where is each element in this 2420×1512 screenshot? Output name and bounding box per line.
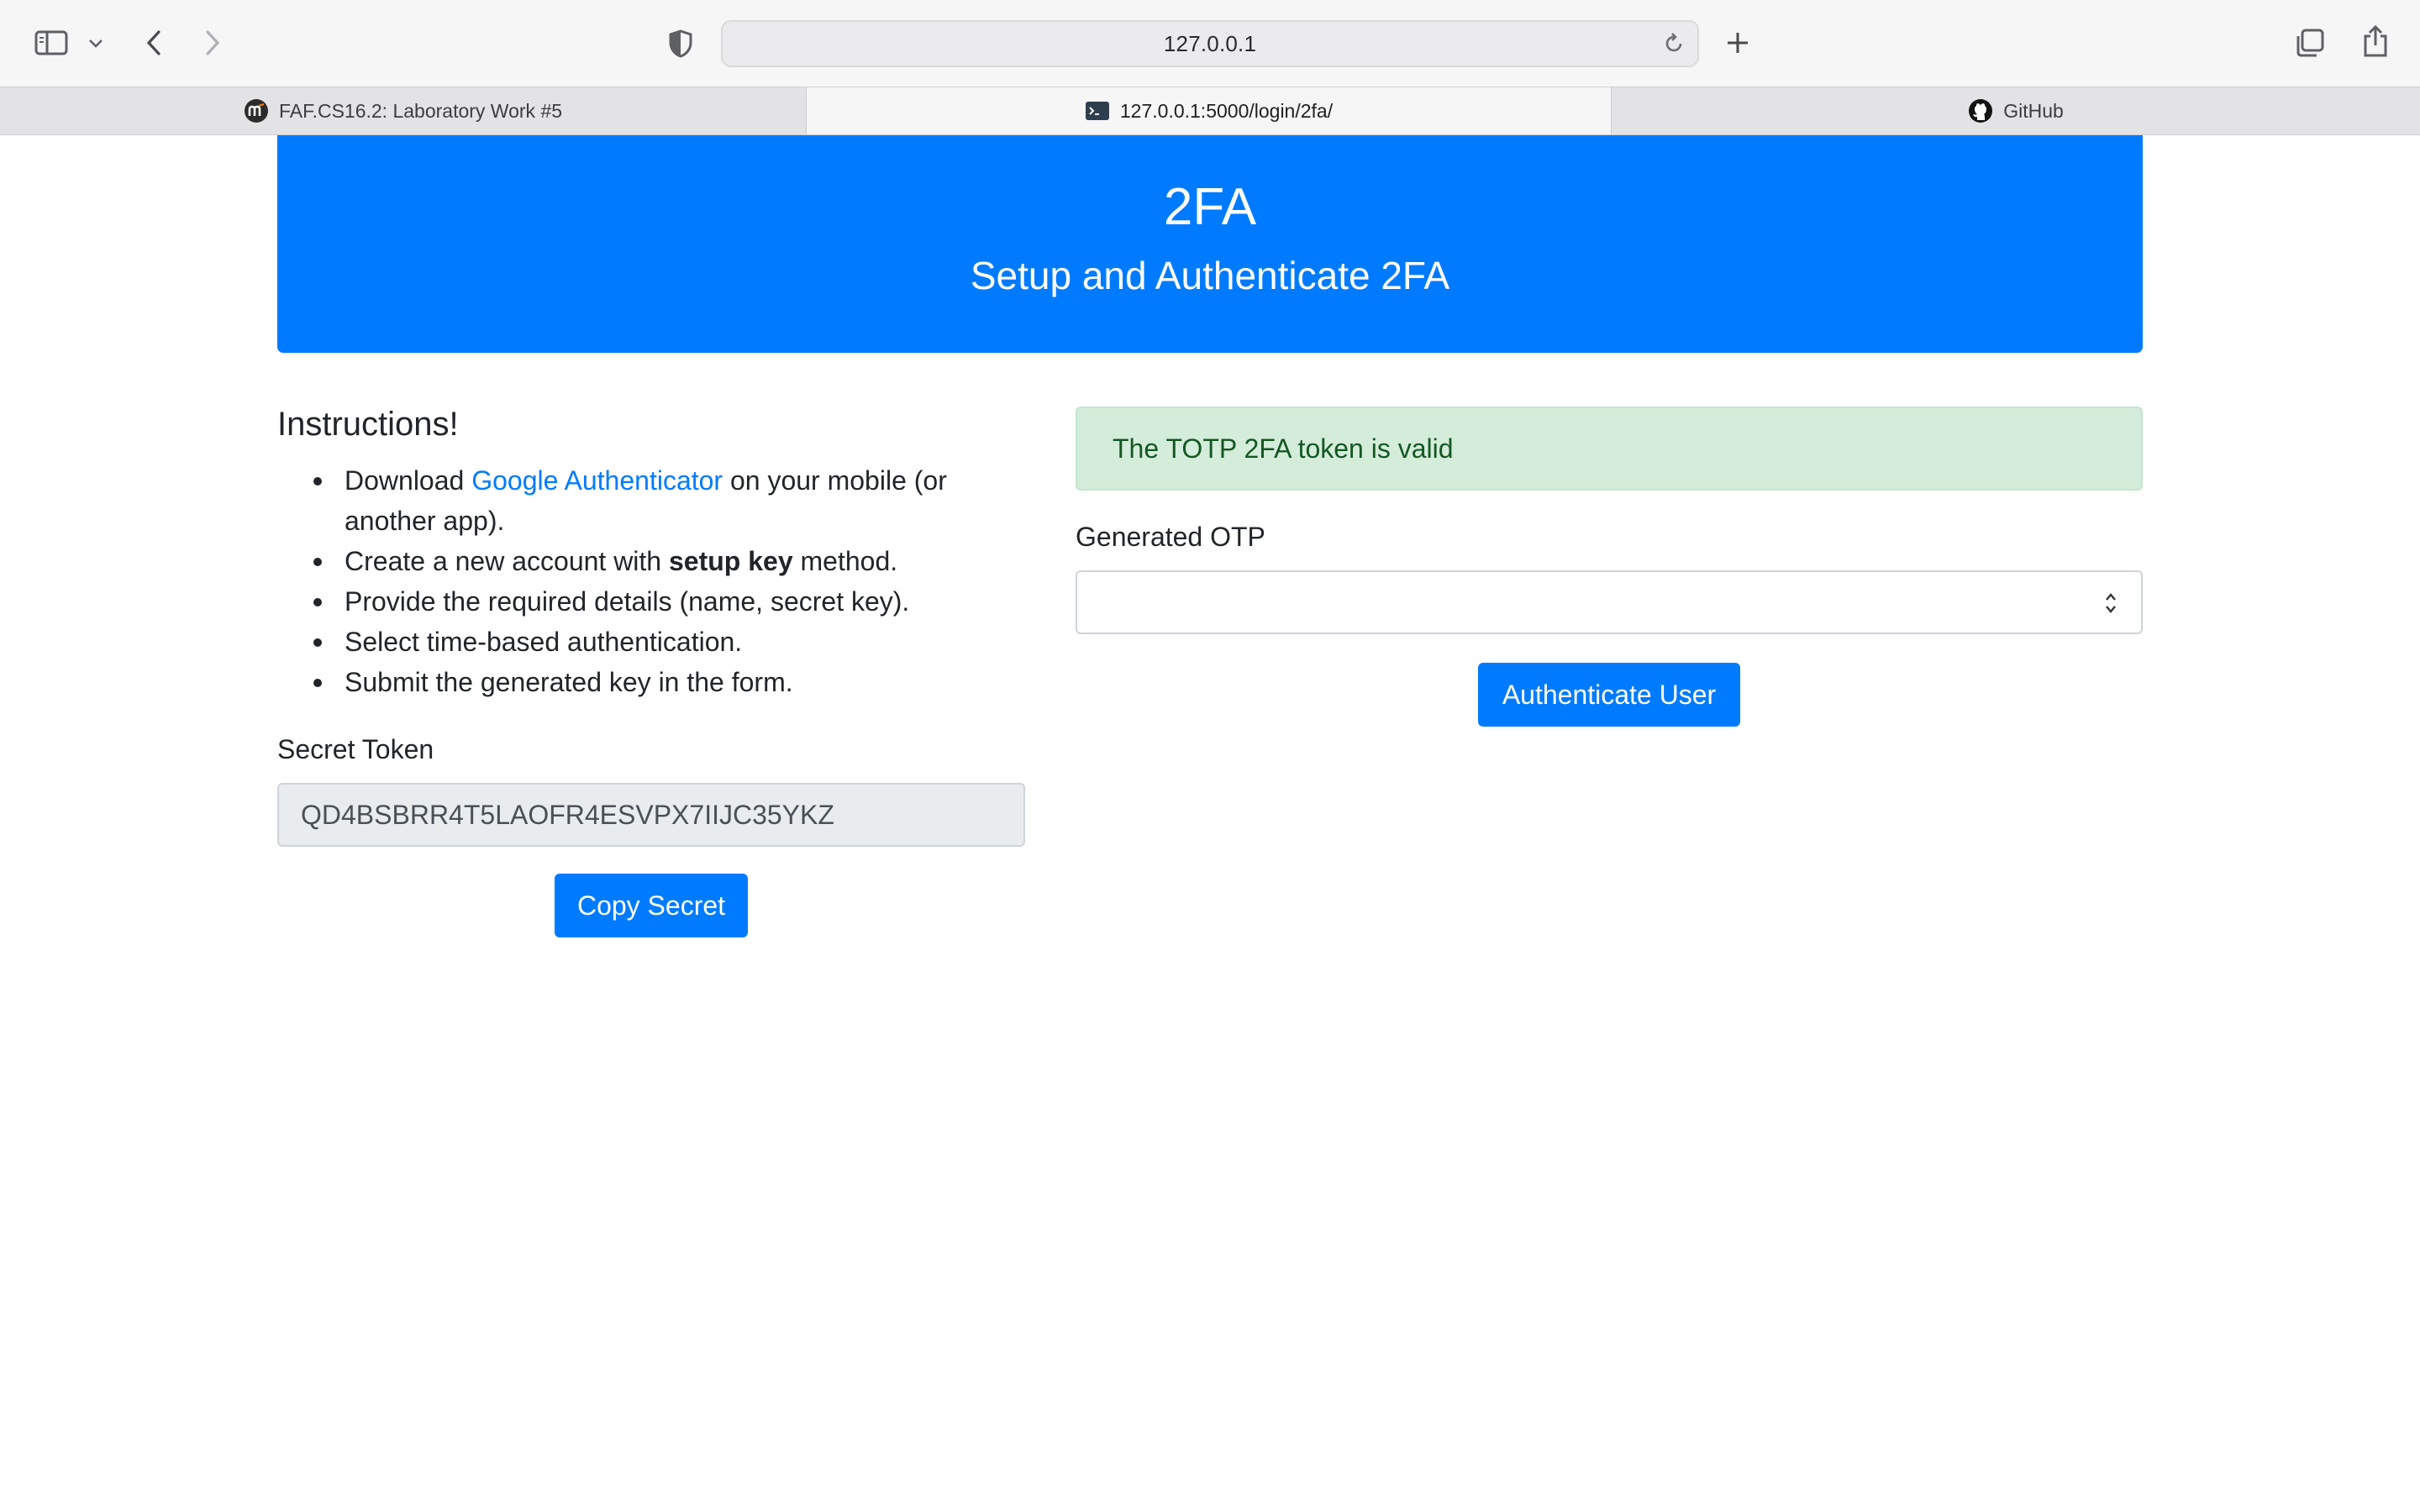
list-item: Create a new account with setup key meth… [313, 541, 1025, 581]
tab-2fa-login[interactable]: 127.0.0.1:5000/login/2fa/ [807, 87, 1612, 134]
google-authenticator-link[interactable]: Google Authenticator [471, 465, 723, 496]
authenticate-user-button[interactable]: Authenticate User [1478, 663, 1740, 727]
share-icon[interactable] [2358, 22, 2393, 60]
forward-arrow-icon[interactable] [198, 25, 227, 60]
instructions-list: Download Google Authenticator on your mo… [277, 460, 1025, 702]
page-subtitle: Setup and Authenticate 2FA [970, 254, 1450, 297]
tab-overview-icon[interactable] [2292, 25, 2328, 60]
terminal-icon [1085, 102, 1109, 120]
list-item: Submit the generated key in the form. [313, 662, 1025, 702]
tab-title: GitHub [2003, 99, 2064, 122]
generated-otp-label: Generated OTP [1076, 522, 1265, 552]
reload-icon[interactable] [1662, 32, 1686, 55]
back-arrow-icon[interactable] [139, 25, 168, 60]
secret-token-label: Secret Token [277, 734, 434, 764]
browser-toolbar: 127.0.0.1 [0, 0, 2420, 87]
list-item: Select time-based authentication. [313, 622, 1025, 662]
page-title: 2FA [1163, 178, 1257, 236]
chevron-down-icon[interactable] [84, 32, 108, 55]
shield-icon[interactable] [664, 27, 697, 60]
moodle-icon [244, 99, 268, 123]
github-icon [1969, 99, 1993, 123]
success-alert: The TOTP 2FA token is valid [1076, 407, 2143, 491]
sidebar-toggle-icon[interactable] [32, 25, 71, 60]
new-tab-plus-icon[interactable] [1721, 25, 1754, 60]
page-content: 2FA Setup and Authenticate 2FA Instructi… [0, 135, 2420, 1512]
url-text: 127.0.0.1 [1163, 30, 1257, 56]
instructions-section: Instructions! Download Google Authentica… [277, 406, 1025, 702]
tab-title: FAF.CS16.2: Laboratory Work #5 [278, 99, 563, 122]
secret-token-field[interactable]: QD4BSBRR4T5LAOFR4ESVPX7IIJC35YKZ [277, 783, 1025, 847]
otp-input[interactable] [1076, 570, 2143, 634]
list-item: Provide the required details (name, secr… [313, 581, 1025, 622]
list-item: Download Google Authenticator on your mo… [313, 460, 1025, 541]
jumbotron-header: 2FA Setup and Authenticate 2FA [277, 135, 2143, 353]
instructions-title: Instructions! [277, 406, 459, 443]
tab-moodle[interactable]: FAF.CS16.2: Laboratory Work #5 [0, 87, 807, 134]
copy-secret-button[interactable]: Copy Secret [555, 874, 748, 937]
number-stepper-icon[interactable] [2102, 591, 2119, 616]
tab-github[interactable]: GitHub [1612, 87, 2420, 134]
tab-title: 127.0.0.1:5000/login/2fa/ [1119, 99, 1334, 122]
tab-bar: FAF.CS16.2: Laboratory Work #5 127.0.0.1… [0, 87, 2420, 135]
address-bar[interactable]: 127.0.0.1 [721, 20, 1699, 67]
